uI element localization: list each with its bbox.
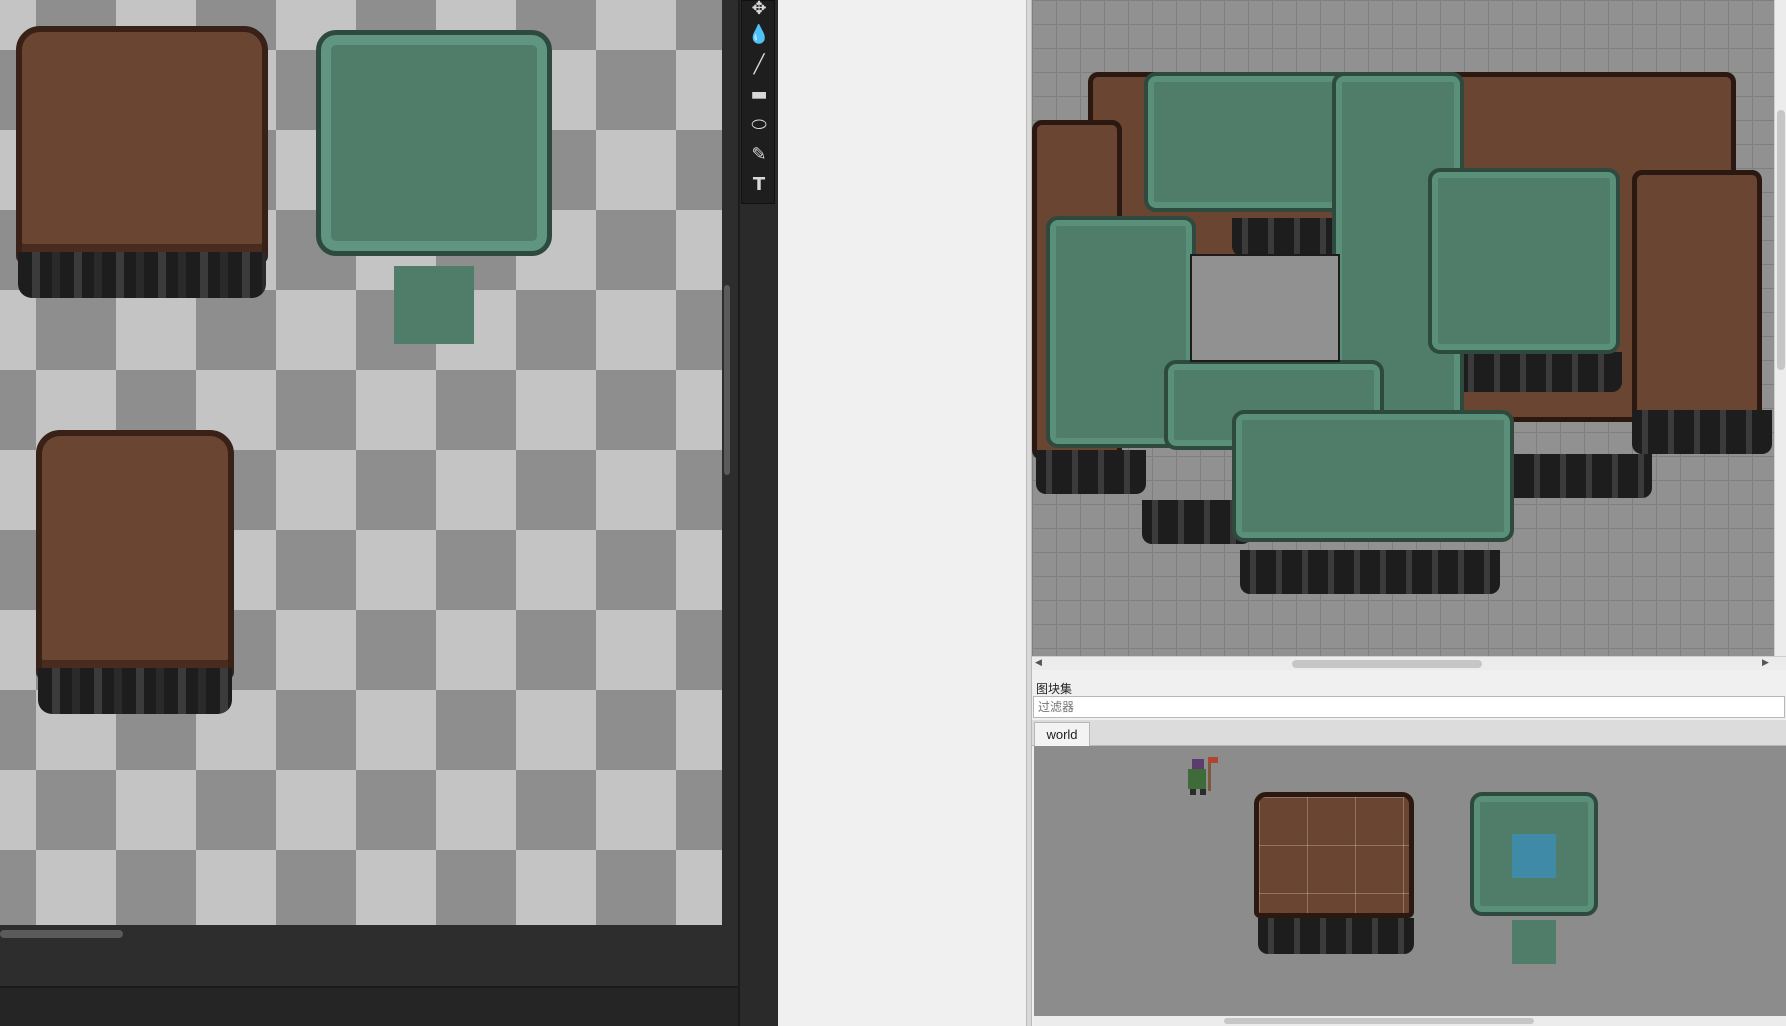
checkerboard-canvas[interactable] <box>0 0 722 925</box>
tile-map-view[interactable] <box>1032 0 1786 656</box>
rock-cliff <box>18 252 266 298</box>
scroll-right-arrow-icon[interactable]: ▶ <box>1762 658 1769 668</box>
tileset-dirt-tiles[interactable] <box>1254 792 1414 918</box>
map-horizontal-scrollbar[interactable]: ◀ ▶ <box>1032 656 1786 670</box>
scroll-left-arrow-icon[interactable]: ◀ <box>1035 658 1042 668</box>
tileset-horizontal-scrollbar[interactable] <box>1034 1016 1786 1026</box>
tileset-horizontal-scroll-thumb[interactable] <box>1224 1018 1534 1024</box>
empty-panel <box>778 0 1028 1026</box>
selected-tile[interactable] <box>1512 834 1556 878</box>
map-grass-area <box>1232 410 1514 542</box>
line-tool-icon[interactable]: ╱ <box>746 51 772 77</box>
tileset-filter-input[interactable] <box>1033 696 1785 718</box>
drawing-canvas-area[interactable] <box>0 0 722 926</box>
rock-cliff <box>38 668 232 714</box>
brush-tool-icon[interactable]: ✎ <box>746 141 772 167</box>
character-sprite[interactable] <box>1180 753 1220 797</box>
canvas-horizontal-scrollbar[interactable] <box>0 930 123 938</box>
tileset-panel-title: 图块集 <box>1036 682 1073 696</box>
tileset-panel: 图块集 world <box>1032 670 1786 1026</box>
app-window: ✥ 💧 ╱ ▬ ⬭ ✎ T ◀ ▶ 图块集 过滤器 world <box>0 0 1786 1026</box>
canvas-vertical-scrollbar[interactable] <box>724 285 730 475</box>
tileset-tab-bar: world <box>1032 720 1786 746</box>
ellipse-tool-icon[interactable]: ⬭ <box>746 111 772 137</box>
text-tool-icon[interactable]: T <box>746 171 772 197</box>
grass-tile-sprite <box>394 266 474 344</box>
map-grass-area <box>1428 168 1620 354</box>
map-horizontal-scroll-thumb[interactable] <box>1292 660 1482 668</box>
map-rock-cliff <box>1240 550 1500 594</box>
map-rock-cliff <box>1632 410 1772 454</box>
move-tool-icon[interactable]: ✥ <box>746 0 772 21</box>
dirt-block-sprite <box>36 430 234 714</box>
tileset-grass-single-tile[interactable] <box>1512 920 1556 964</box>
map-vertical-scrollbar[interactable] <box>1774 0 1786 656</box>
map-dirt-area <box>1632 170 1762 420</box>
tab-world[interactable]: world <box>1034 722 1090 746</box>
rectangle-tool-icon[interactable]: ▬ <box>746 81 772 107</box>
fill-tool-icon[interactable]: 💧 <box>746 21 772 47</box>
tileset-view[interactable] <box>1034 746 1786 1016</box>
map-rock-cliff <box>1036 450 1146 494</box>
grass-island-sprite <box>316 30 552 256</box>
dirt-island-sprite <box>16 26 268 298</box>
pixel-editor: ✥ 💧 ╱ ▬ ⬭ ✎ T <box>0 0 778 1026</box>
editor-status-bar <box>0 986 740 1026</box>
map-empty-hole <box>1190 254 1340 362</box>
map-vertical-scroll-thumb[interactable] <box>1777 110 1785 370</box>
tools-toolbar: ✥ 💧 ╱ ▬ ⬭ ✎ T <box>741 0 775 204</box>
tileset-rock-tiles[interactable] <box>1258 918 1414 954</box>
